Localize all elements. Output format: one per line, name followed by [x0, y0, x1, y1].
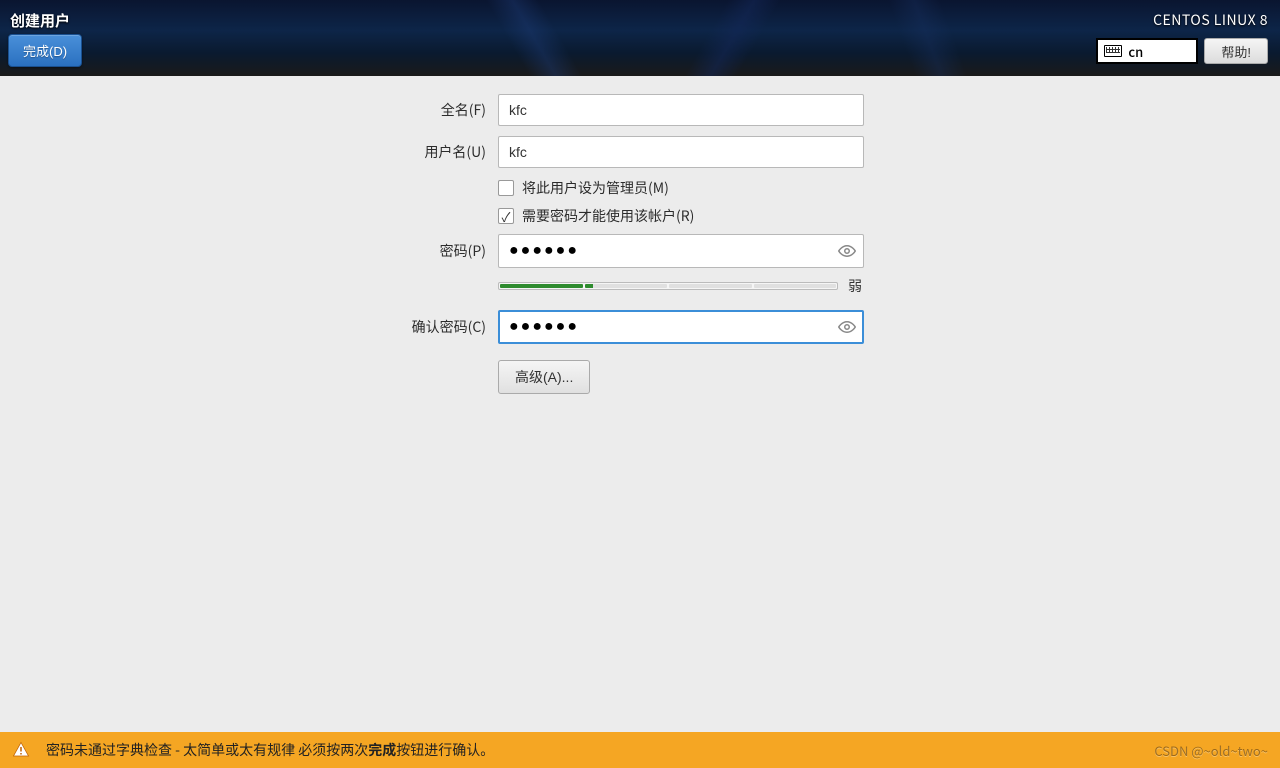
keyboard-layout-indicator[interactable]: cn — [1096, 38, 1198, 64]
admin-checkbox-label: 将此用户设为管理员(M) — [522, 178, 669, 198]
password-strength-label: 弱 — [848, 276, 862, 296]
admin-checkbox[interactable] — [498, 180, 514, 196]
header-bar: 创建用户 完成(D) CENTOS LINUX 8 cn 帮助! — [0, 0, 1280, 76]
require-password-checkbox[interactable] — [498, 208, 514, 224]
require-password-label: 需要密码才能使用该帐户(R) — [522, 206, 694, 226]
password-input[interactable] — [498, 234, 864, 268]
help-button[interactable]: 帮助! — [1204, 38, 1268, 64]
keyboard-icon — [1104, 45, 1122, 57]
advanced-button[interactable]: 高级(A)... — [498, 360, 590, 394]
warning-bar: 密码未通过字典检查 - 太简单或太有规律 必须按两次完成按钮进行确认。 CSDN… — [0, 732, 1280, 768]
keyboard-layout-text: cn — [1128, 42, 1143, 61]
warning-icon — [12, 741, 30, 759]
header-right: CENTOS LINUX 8 cn 帮助! — [1096, 10, 1268, 64]
form-area: 全名(F) 用户名(U) 将此用户设为管理员(M) 需要密码才能使用该帐户(R)… — [0, 76, 1280, 394]
eye-icon[interactable] — [838, 242, 856, 260]
fullname-label: 全名(F) — [0, 100, 498, 120]
password-strength-meter — [498, 282, 838, 290]
username-input[interactable] — [498, 136, 864, 168]
confirm-password-label: 确认密码(C) — [0, 317, 498, 337]
username-label: 用户名(U) — [0, 142, 498, 162]
os-label: CENTOS LINUX 8 — [1096, 10, 1268, 30]
page-title: 创建用户 — [10, 10, 70, 31]
password-label: 密码(P) — [0, 241, 498, 261]
confirm-password-input[interactable] — [498, 310, 864, 344]
watermark-text: CSDN @~old~two~ — [1154, 741, 1268, 760]
warning-message: 密码未通过字典检查 - 太简单或太有规律 必须按两次完成按钮进行确认。 — [46, 740, 494, 760]
done-button[interactable]: 完成(D) — [8, 34, 82, 67]
eye-icon[interactable] — [838, 318, 856, 336]
fullname-input[interactable] — [498, 94, 864, 126]
